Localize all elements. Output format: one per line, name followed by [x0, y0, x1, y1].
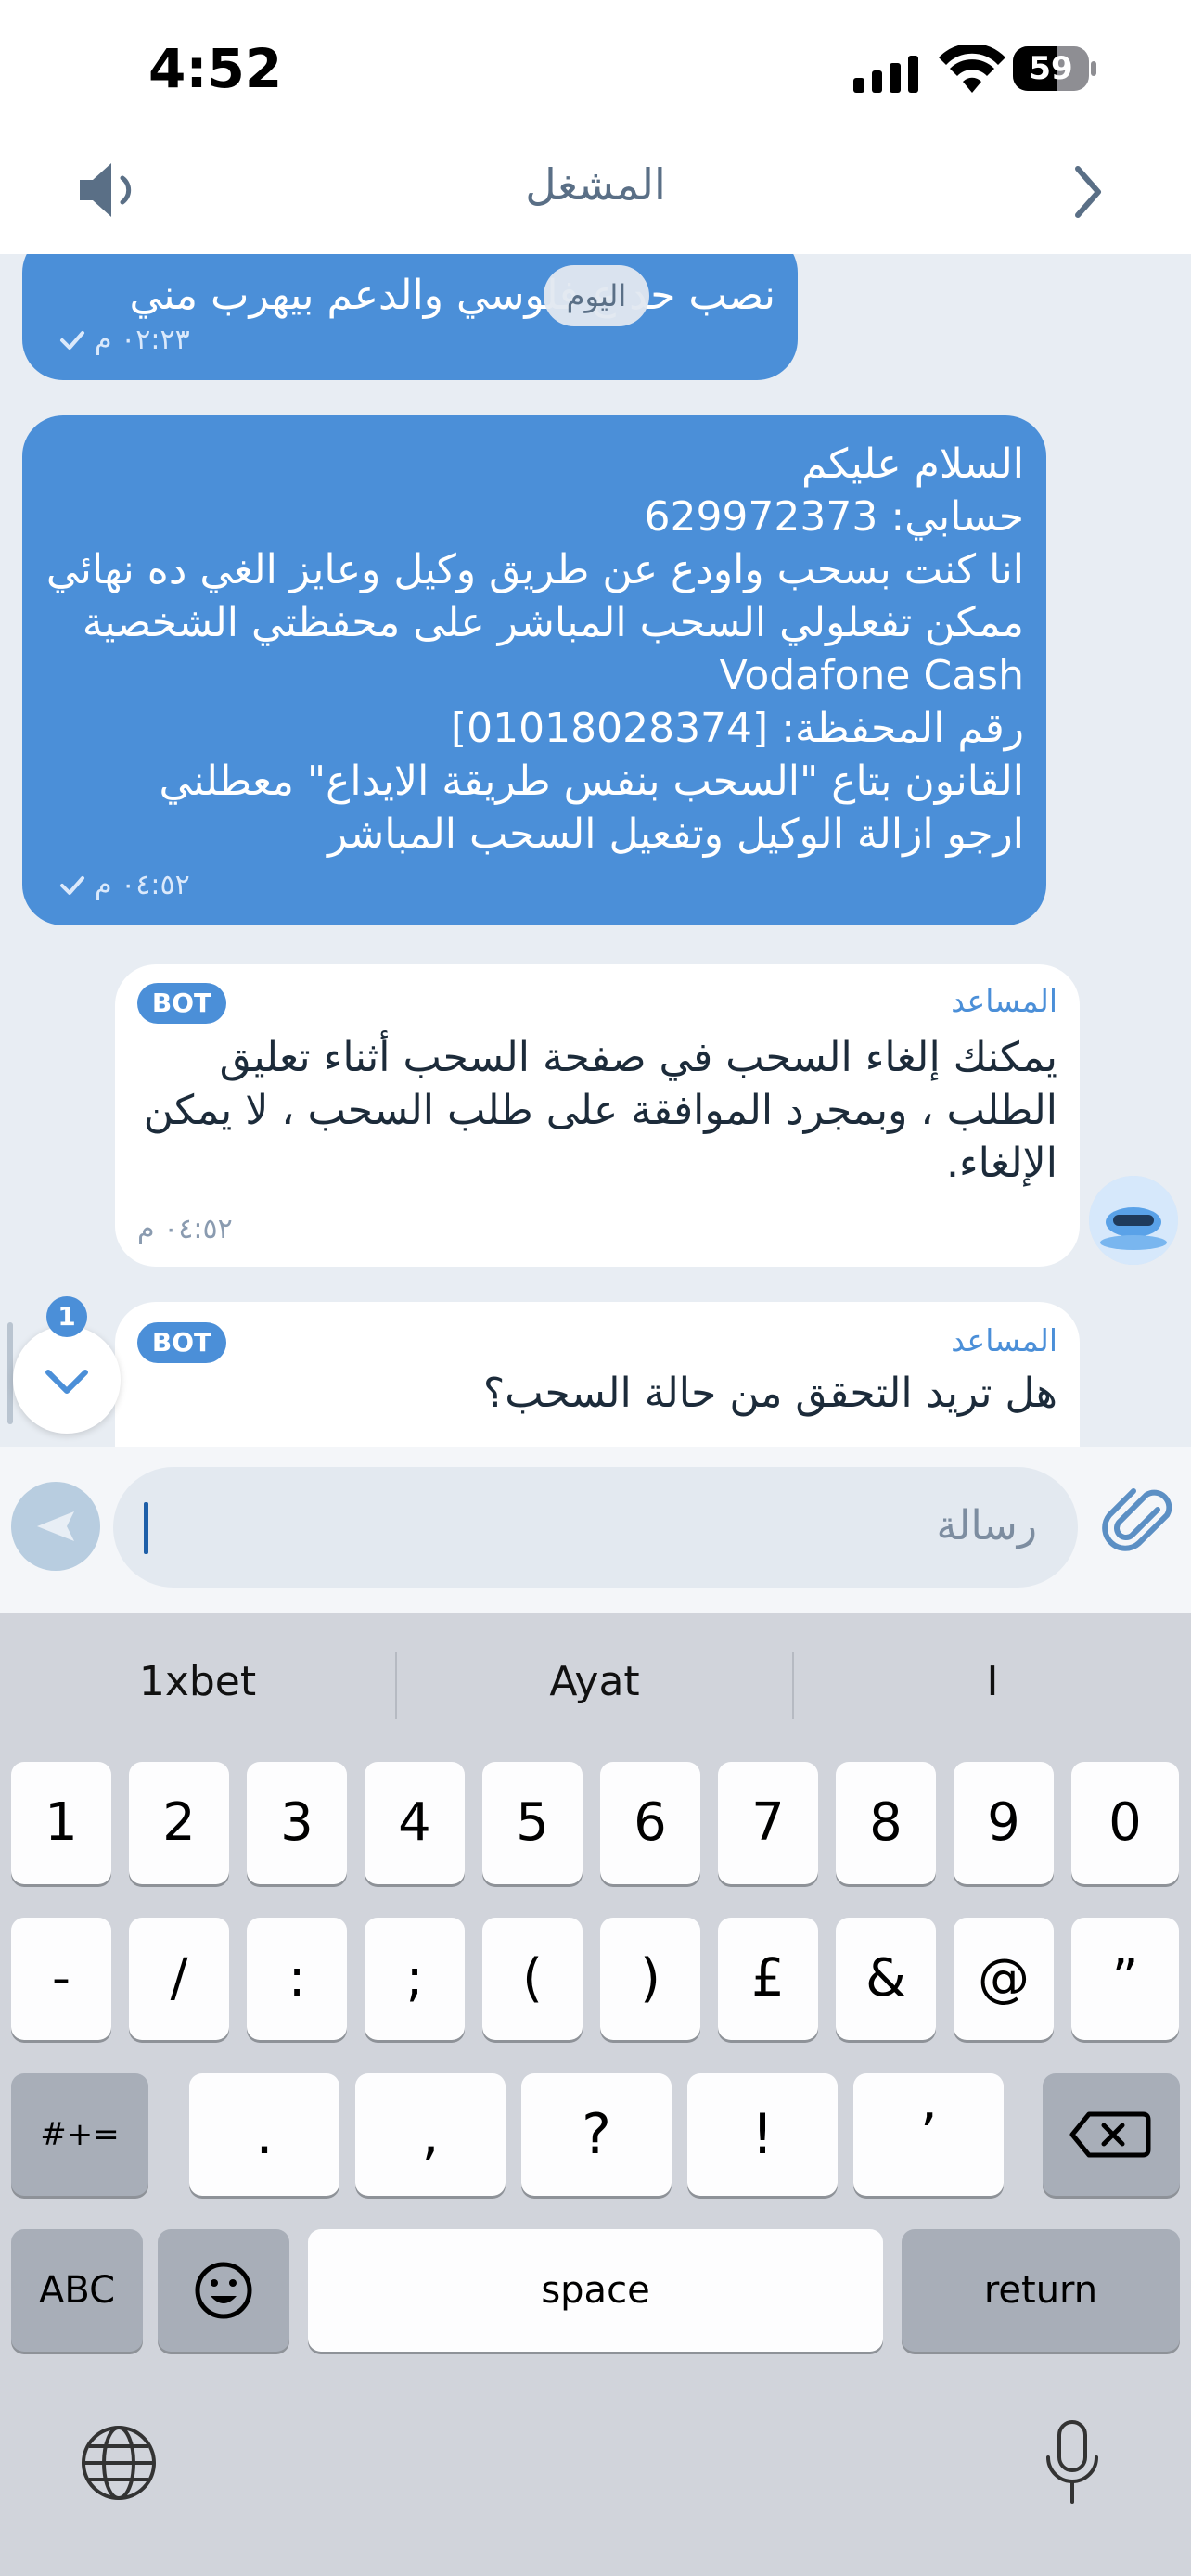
space-key[interactable]: space [308, 2229, 883, 2352]
send-icon [37, 1511, 74, 1541]
bot-badge: BOT [137, 983, 226, 1024]
text-caret [144, 1502, 148, 1554]
key-8[interactable]: 8 [836, 1762, 936, 1884]
key-6[interactable]: 6 [600, 1762, 700, 1884]
key-hyphen[interactable]: - [11, 1918, 111, 2040]
key-more-symbols[interactable]: #+= [11, 2073, 148, 2196]
cellular-signal-icon [853, 48, 918, 93]
battery-percent: 59 [1029, 50, 1073, 87]
wifi-icon [939, 45, 1005, 93]
key-colon[interactable]: : [247, 1918, 347, 2040]
key-close-paren[interactable]: ) [600, 1918, 700, 2040]
message-bubble-incoming[interactable]: BOT المساعد هل تريد التحقق من حالة السحب… [115, 1302, 1080, 1447]
key-0[interactable]: 0 [1071, 1762, 1179, 1884]
battery-icon: 59 [1013, 46, 1098, 95]
return-key[interactable]: return [902, 2229, 1180, 2352]
emoji-icon [195, 2262, 252, 2319]
message-bubble-outgoing[interactable]: السلام عليكم حسابي: 629972373 انا كنت بس… [22, 415, 1046, 925]
key-7[interactable]: 7 [718, 1762, 818, 1884]
message-line: الطلب ، وبمجرد الموافقة على طلب السحب ، … [143, 1087, 1057, 1134]
send-button[interactable] [11, 1482, 100, 1571]
message-time: ٠٤:٥٢ م [95, 869, 190, 901]
scroll-to-bottom-button[interactable] [13, 1326, 121, 1434]
message-bubble-outgoing[interactable]: نصب حد ع فلوسي والدعم بيهرب مني ٠٢:٢٣ م [22, 254, 798, 380]
message-text: السلام عليكم حسابي: 629972373 انا كنت بس… [41, 438, 1024, 861]
key-apostrophe[interactable]: ’ [853, 2073, 1004, 2196]
key-4[interactable]: 4 [365, 1762, 465, 1884]
suggestion-1[interactable]: 1xbet [0, 1658, 395, 1714]
message-line: Vodafone Cash [719, 652, 1024, 699]
message-line: القانون بتاع "السحب بنفس طريقة الايداع" … [159, 758, 1024, 805]
key-quote[interactable]: ” [1071, 1918, 1179, 2040]
key-ampersand[interactable]: & [836, 1918, 936, 2040]
emoji-key[interactable] [158, 2229, 289, 2352]
message-line: الإلغاء. [945, 1140, 1057, 1187]
message-line: يمكنك إلغاء السحب في صفحة السحب أثناء تع… [219, 1034, 1057, 1081]
key-2[interactable]: 2 [129, 1762, 229, 1884]
speaker-icon[interactable] [74, 158, 148, 223]
message-sender[interactable]: المساعد [951, 1322, 1057, 1358]
chevron-right-icon[interactable] [1065, 159, 1111, 224]
message-line: هل تريد التحقق من حالة السحب؟ [482, 1370, 1057, 1417]
chat-title[interactable]: المشغل [371, 159, 820, 210]
attachment-icon[interactable] [1100, 1482, 1174, 1565]
unread-count-badge: 1 [46, 1296, 87, 1337]
message-line: حسابي: 629972373 [644, 493, 1024, 541]
message-sender[interactable]: المساعد [951, 983, 1057, 1019]
key-9[interactable]: 9 [954, 1762, 1054, 1884]
chat-messages-area[interactable]: نصب حد ع فلوسي والدعم بيهرب مني ٠٢:٢٣ م … [0, 254, 1191, 1447]
message-text: نصب حد ع فلوسي والدعم بيهرب مني [129, 272, 775, 319]
abc-key[interactable]: ABC [11, 2229, 143, 2352]
message-line: انا كنت بسحب واودع عن طريق وكيل وعايز ال… [45, 546, 1024, 593]
key-exclamation[interactable]: ! [687, 2073, 838, 2196]
message-text: يمكنك إلغاء السحب في صفحة السحب أثناء تع… [130, 1031, 1057, 1190]
check-icon [60, 875, 84, 895]
key-semicolon[interactable]: ; [365, 1918, 465, 2040]
key-5[interactable]: 5 [482, 1762, 583, 1884]
message-line: ممكن تفعلولي السحب المباشر على محفظتي ال… [82, 599, 1024, 646]
key-period[interactable]: . [189, 2073, 339, 2196]
message-text: هل تريد التحقق من حالة السحب؟ [130, 1367, 1057, 1420]
bot-badge: BOT [137, 1322, 226, 1363]
suggestion-3[interactable]: I [794, 1658, 1191, 1714]
bot-avatar[interactable] [1089, 1176, 1178, 1265]
message-meta: ٠٤:٥٢ م [59, 869, 190, 901]
message-line: ارجو ازالة الوكيل وتفعيل السحب المباشر [327, 810, 1024, 858]
message-time: ٠٢:٢٣ م [95, 324, 190, 356]
suggestion-2[interactable]: Ayat [397, 1658, 792, 1714]
key-open-paren[interactable]: ( [482, 1918, 583, 2040]
bot-avatar-icon [1089, 1176, 1178, 1265]
backspace-icon [1069, 2111, 1151, 2158]
key-slash[interactable]: / [129, 1918, 229, 2040]
microphone-icon[interactable] [1035, 2417, 1109, 2509]
globe-icon[interactable] [78, 2422, 160, 2504]
key-at[interactable]: @ [954, 1918, 1054, 2040]
chevron-down-icon [45, 1370, 88, 1394]
message-line: السلام عليكم [800, 440, 1024, 488]
key-comma[interactable]: , [355, 2073, 506, 2196]
key-3[interactable]: 3 [247, 1762, 347, 1884]
check-icon [60, 330, 84, 350]
date-separator: اليوم [544, 265, 649, 326]
message-input-placeholder: رسالة [936, 1502, 1037, 1549]
backspace-key[interactable] [1043, 2073, 1180, 2196]
status-time: 4:52 [148, 37, 283, 100]
key-pound[interactable]: £ [718, 1918, 818, 2040]
message-time: ٠٤:٥٢ م [137, 1213, 233, 1245]
message-meta: ٠٢:٢٣ م [59, 324, 190, 356]
message-bubble-incoming[interactable]: BOT المساعد يمكنك إلغاء السحب في صفحة ال… [115, 964, 1080, 1267]
key-1[interactable]: 1 [11, 1762, 111, 1884]
key-question[interactable]: ? [521, 2073, 672, 2196]
message-line: رقم المحفظة: [01018028374] [450, 705, 1024, 752]
